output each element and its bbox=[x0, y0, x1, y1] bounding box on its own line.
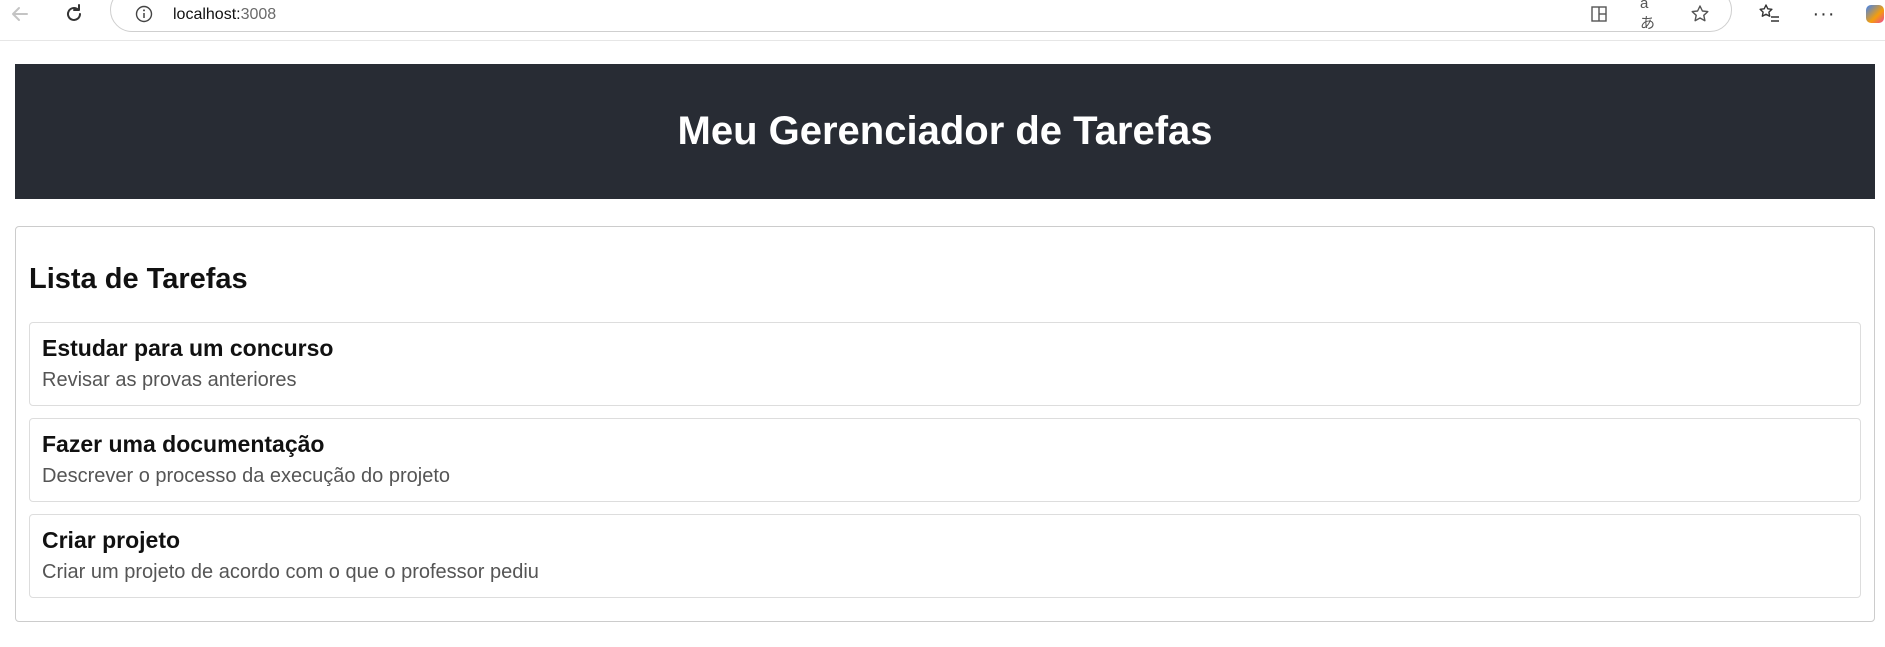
copilot-icon[interactable] bbox=[1862, 1, 1885, 27]
reload-icon[interactable] bbox=[60, 0, 88, 28]
url-host: localhost: bbox=[173, 6, 241, 23]
task-description: Criar um projeto de acordo com o que o p… bbox=[42, 561, 539, 583]
task-title: Criar projeto bbox=[42, 527, 181, 553]
favorites-list-icon[interactable] bbox=[1756, 1, 1782, 27]
favorite-star-icon[interactable] bbox=[1689, 3, 1711, 25]
task-list-panel: Lista de Tarefas Estudar para um concurs… bbox=[15, 226, 1875, 622]
address-bar[interactable]: localhost:3008 aあ bbox=[110, 0, 1732, 32]
task-item: Criar projeto Criar um projeto de acordo… bbox=[29, 514, 1861, 598]
back-icon[interactable] bbox=[6, 0, 34, 28]
task-item: Fazer uma documentação Descrever o proce… bbox=[29, 418, 1861, 502]
task-description: Revisar as provas anteriores bbox=[42, 369, 297, 391]
task-item: Estudar para um concurso Revisar as prov… bbox=[29, 322, 1861, 406]
task-title: Fazer uma documentação bbox=[42, 431, 325, 457]
task-title: Estudar para um concurso bbox=[42, 335, 334, 361]
page-title: Meu Gerenciador de Tarefas bbox=[677, 109, 1213, 153]
task-description: Descrever o processo da execução do proj… bbox=[42, 465, 451, 487]
app-header: Meu Gerenciador de Tarefas bbox=[15, 64, 1875, 199]
more-icon[interactable]: ··· bbox=[1811, 1, 1837, 27]
url-port: 3008 bbox=[240, 6, 277, 23]
browser-toolbar: localhost:3008 aあ ··· bbox=[0, 0, 1885, 41]
info-icon[interactable] bbox=[135, 5, 153, 23]
split-screen-icon[interactable] bbox=[1588, 3, 1610, 25]
url-text[interactable]: localhost:3008 bbox=[173, 6, 276, 24]
read-aloud-icon[interactable]: aあ bbox=[1640, 0, 1662, 32]
task-list-heading: Lista de Tarefas bbox=[29, 263, 248, 295]
